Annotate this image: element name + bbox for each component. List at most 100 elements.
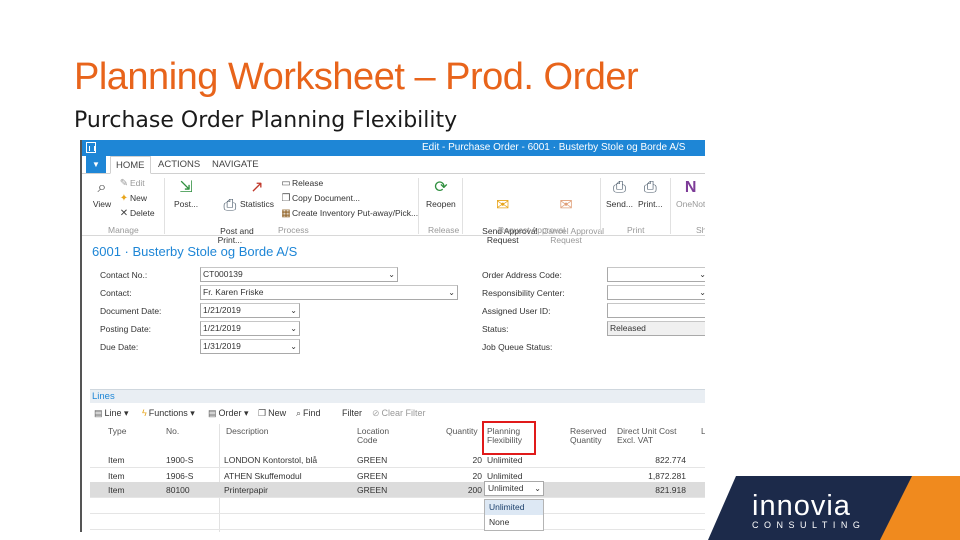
- lines-fasttab-header[interactable]: Lines: [90, 389, 705, 403]
- clear-filter-button[interactable]: ⊘ Clear Filter: [372, 408, 426, 419]
- tab-actions[interactable]: ACTIONS: [158, 159, 200, 170]
- contact-no-field[interactable]: CT000139 ⌄: [200, 267, 398, 282]
- col-direct-unit-cost[interactable]: Direct Unit Cost Excl. VAT: [617, 427, 677, 445]
- chevron-down-icon[interactable]: ⌄: [290, 304, 297, 317]
- record-title: 6001 · Busterby Stole og Borde A/S: [92, 244, 298, 259]
- planning-flexibility-options: Unlimited None: [484, 499, 544, 531]
- purchase-order-window: Edit - Purchase Order - 6001 · Busterby …: [80, 140, 705, 532]
- group-release-label: Release: [428, 225, 460, 235]
- release-icon: ▭: [281, 178, 291, 189]
- reopen-button[interactable]: ⟳ Reopen: [426, 178, 456, 209]
- planning-flexibility-dropdown[interactable]: Unlimited ⌄: [484, 481, 544, 496]
- window-title: Edit - Purchase Order - 6001 · Busterby …: [422, 142, 686, 153]
- copy-document-button[interactable]: ❐ Copy Document...: [280, 191, 361, 205]
- ribbon-divider: [418, 178, 419, 234]
- binoculars-icon: ⌕: [296, 408, 302, 418]
- new-document-icon: ✦: [119, 193, 129, 204]
- printer-icon: ⎙: [643, 179, 657, 196]
- contact-label: Contact:: [100, 288, 132, 298]
- find-button[interactable]: ⌕ Find: [296, 408, 321, 419]
- due-date-field[interactable]: 1/31/2019 ⌄: [200, 339, 300, 354]
- new-line-button[interactable]: ❐ New: [258, 408, 286, 419]
- edit-button[interactable]: ✎ Edit: [118, 176, 145, 190]
- view-button[interactable]: ⌕ View: [92, 178, 112, 209]
- reopen-icon: ⟳: [434, 179, 448, 196]
- new-button[interactable]: ✦ New: [118, 191, 147, 205]
- posting-date-field[interactable]: 1/21/2019 ⌄: [200, 321, 300, 336]
- print-button[interactable]: ⎙ Print...: [638, 178, 663, 209]
- filter-button[interactable]: Filter: [342, 408, 362, 418]
- grid-icon: ▤: [94, 408, 103, 418]
- order-menu-button[interactable]: ▤ Order ▾: [208, 408, 249, 419]
- logo-tagline: CONSULTING: [752, 520, 866, 530]
- col-description[interactable]: Description: [226, 427, 269, 436]
- posting-date-label: Posting Date:: [100, 324, 152, 334]
- line-menu-button[interactable]: ▤ Line ▾: [94, 408, 129, 419]
- chevron-down-icon[interactable]: ⌄: [290, 340, 297, 353]
- col-location-code[interactable]: Location Code: [357, 427, 389, 445]
- col-quantity[interactable]: Quantity: [446, 427, 478, 436]
- col-no[interactable]: No.: [166, 427, 179, 436]
- logo-wordmark: innovia: [752, 490, 851, 522]
- assigned-user-id-label: Assigned User ID:: [482, 306, 551, 316]
- col-type[interactable]: Type: [108, 427, 126, 436]
- inventory-icon: ▦: [281, 208, 291, 219]
- lightning-icon: ϟ: [142, 408, 147, 418]
- statistics-button[interactable]: ↗ Statistics: [240, 178, 274, 209]
- chevron-down-icon[interactable]: ⌄: [699, 286, 705, 299]
- table-row-empty[interactable]: [90, 498, 705, 514]
- table-row-empty[interactable]: [90, 514, 705, 530]
- onenote-icon: N: [684, 179, 697, 196]
- chevron-down-icon[interactable]: ⌄: [388, 268, 395, 281]
- app-icon: [86, 142, 96, 153]
- post-button[interactable]: ⇲ Post...: [174, 178, 198, 209]
- contact-field[interactable]: Fr. Karen Friske ⌄: [200, 285, 458, 300]
- send-button[interactable]: ⎙ Send...: [606, 178, 633, 209]
- onenote-button[interactable]: N OneNot: [676, 178, 705, 209]
- copy-icon: ❐: [281, 193, 291, 204]
- cancel-approval-button[interactable]: ✉ Cancel Approval Request: [528, 178, 604, 254]
- group-share-label: Sh: [696, 225, 705, 235]
- option-unlimited[interactable]: Unlimited: [485, 500, 543, 515]
- magnifier-icon: ⌕: [97, 179, 107, 196]
- responsibility-center-field[interactable]: ⌄: [607, 285, 705, 300]
- lines-toolbar: ▤ Line ▾ ϟ Functions ▾ ▤ Order ▾ ❐ New ⌕ Find…: [90, 406, 705, 422]
- chevron-down-icon[interactable]: ⌄: [534, 482, 541, 495]
- status-field: Released: [607, 321, 705, 336]
- envelope-check-icon: ✉: [496, 197, 510, 214]
- pencil-icon: ✎: [119, 178, 129, 189]
- order-address-code-label: Order Address Code:: [482, 270, 562, 280]
- clear-filter-icon: ⊘: [372, 408, 380, 418]
- col-planning-flexibility[interactable]: Planning Flexibility: [482, 421, 536, 455]
- contact-no-label: Contact No.:: [100, 270, 148, 280]
- option-none[interactable]: None: [485, 515, 543, 530]
- chevron-down-icon[interactable]: ⌄: [699, 268, 705, 281]
- table-row[interactable]: Item 1900-S LONDON Kontorstol, blå GREEN…: [90, 452, 705, 468]
- envelope-cancel-icon: ✉: [559, 197, 573, 214]
- slide-subtitle: Purchase Order Planning Flexibility: [74, 108, 458, 133]
- send-icon: ⎙: [613, 179, 626, 196]
- ribbon-divider: [462, 178, 463, 234]
- document-date-field[interactable]: 1/21/2019 ⌄: [200, 303, 300, 318]
- order-icon: ▤: [208, 408, 217, 418]
- assigned-user-id-field[interactable]: [607, 303, 705, 318]
- release-button[interactable]: ▭Release: [280, 176, 323, 190]
- ribbon-divider: [164, 178, 165, 234]
- table-row-selected[interactable]: Item 80100 Printerpapir GREEN 200 821.91…: [90, 482, 705, 498]
- app-menu-button[interactable]: ▼: [86, 156, 106, 173]
- chevron-down-icon[interactable]: ⌄: [290, 322, 297, 335]
- ribbon-divider: [670, 178, 671, 234]
- tab-navigate[interactable]: NAVIGATE: [212, 159, 259, 170]
- innovia-consulting-logo: innovia CONSULTING: [708, 476, 960, 540]
- functions-menu-button[interactable]: ϟ Functions ▾: [142, 408, 195, 419]
- chevron-down-icon[interactable]: ⌄: [448, 286, 455, 299]
- tab-home[interactable]: HOME: [110, 156, 151, 174]
- status-label: Status:: [482, 324, 509, 334]
- delete-button[interactable]: ✕ Delete: [118, 206, 155, 220]
- col-overflow: L: [701, 427, 705, 436]
- order-address-code-field[interactable]: ⌄: [607, 267, 705, 282]
- create-inventory-button[interactable]: ▦Create Inventory Put-away/Pick...: [280, 206, 418, 220]
- col-reserved-quantity[interactable]: Reserved Quantity: [570, 427, 606, 445]
- printer-icon: ⎙: [223, 197, 237, 214]
- responsibility-center-label: Responsibility Center:: [482, 288, 565, 298]
